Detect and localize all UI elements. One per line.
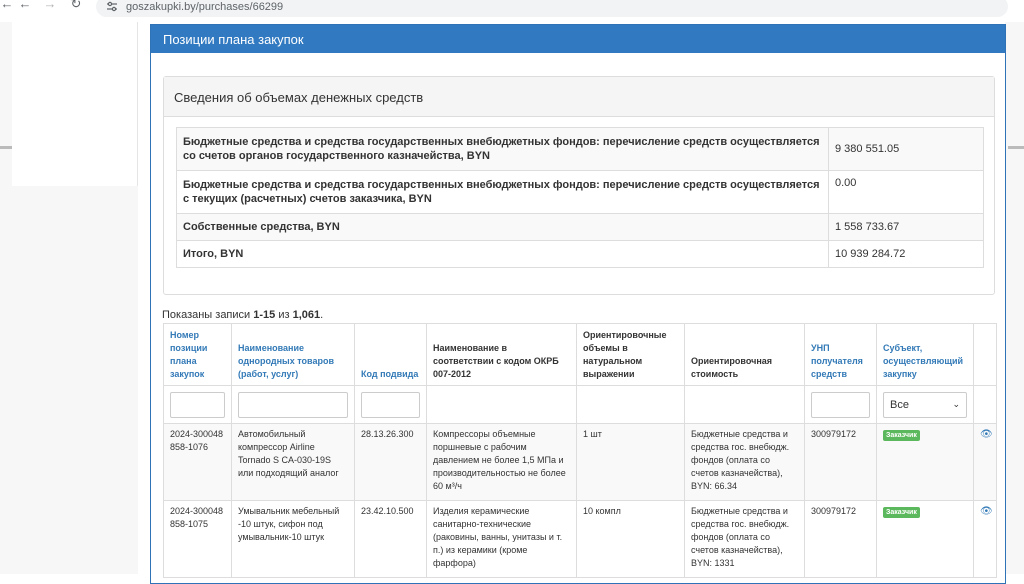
filter-cell xyxy=(163,385,232,424)
left-blank-area xyxy=(12,22,138,186)
cell-goods-name: Автомобильный компрессор Airline Tornado… xyxy=(231,423,355,501)
browser-toolbar: ← ← → ↻ goszakupki.by/purchases/66299 xyxy=(0,0,1024,20)
funds-row-label: Собственные средства, BYN xyxy=(176,213,829,241)
header-volume: Ориентировочные объемы в натуральном выр… xyxy=(576,323,685,386)
chevron-down-icon: ⌄ xyxy=(952,399,960,409)
back-icon[interactable]: ← xyxy=(18,0,32,11)
filter-row: Все ⌄ xyxy=(163,385,997,424)
panel-title: Позиции плана закупок xyxy=(151,25,1005,53)
cell-unp: 300979172 xyxy=(804,423,877,501)
funds-row: Итого, BYN 10 939 284.72 xyxy=(176,240,984,268)
funds-row: Бюджетные средства и средства государств… xyxy=(176,170,984,214)
summary-total: 1,061 xyxy=(292,309,321,321)
header-goods-name[interactable]: Наименование однородных товаров (работ, … xyxy=(231,323,355,386)
summary-prefix: Показаны записи xyxy=(162,309,254,321)
cell-subtype-code: 23.42.10.500 xyxy=(354,500,427,578)
funds-title: Сведения об объемах денежных средств xyxy=(164,77,994,117)
cell-volume: 10 компл xyxy=(576,500,685,578)
cell-plan-number: 2024-300048858-1076 xyxy=(163,423,232,501)
cell-unp: 300979172 xyxy=(804,500,877,578)
table-row: 2024-300048858-1075 Умывальник мебельный… xyxy=(163,500,997,578)
filter-subject-select[interactable]: Все ⌄ xyxy=(883,391,967,418)
header-subject[interactable]: Субъект, осуществляющий закупку xyxy=(876,323,974,386)
funds-table: Бюджетные средства и средства государств… xyxy=(176,127,984,268)
filter-cell xyxy=(804,385,877,424)
header-okrb-name: Наименование в соответствии с кодом ОКРБ… xyxy=(426,323,577,386)
records-summary: Показаны записи 1-15 из 1,061. xyxy=(162,309,323,321)
filter-cell xyxy=(426,385,577,424)
filter-cell xyxy=(576,385,685,424)
cell-subject: Заказчик xyxy=(876,423,974,501)
filter-cell xyxy=(973,385,997,424)
funds-row: Бюджетные средства и средства государств… xyxy=(176,127,984,171)
funds-row: Собственные средства, BYN 1 558 733.67 xyxy=(176,213,984,241)
partial-back-icon[interactable]: ← xyxy=(0,0,14,11)
cell-actions: 👁 xyxy=(973,500,997,578)
status-badge: Заказчик xyxy=(883,430,920,441)
table-header-row: Номер позиции плана закупок Наименование… xyxy=(163,323,997,386)
funds-row-label: Бюджетные средства и средства государств… xyxy=(176,170,829,214)
cell-subject: Заказчик xyxy=(876,500,974,578)
view-eye-icon[interactable]: 👁 xyxy=(980,506,993,517)
header-unp[interactable]: УНП получателя средств xyxy=(804,323,877,386)
site-settings-icon[interactable] xyxy=(106,1,118,13)
page-background-right xyxy=(1005,22,1024,574)
filter-cell xyxy=(684,385,805,424)
plan-positions-panel: Позиции плана закупок Сведения об объема… xyxy=(150,24,1006,584)
left-divider xyxy=(0,146,12,149)
filter-subtype-code-input[interactable] xyxy=(361,391,420,418)
filter-subject-value: Все xyxy=(890,398,909,411)
url-text: goszakupki.by/purchases/66299 xyxy=(126,0,284,13)
filter-cell: Все ⌄ xyxy=(876,385,974,424)
cell-okrb-name: Компрессоры объемные поршневые с рабочим… xyxy=(426,423,577,501)
positions-table: Номер позиции плана закупок Наименование… xyxy=(163,323,997,578)
header-subtype-code[interactable]: Код подвида xyxy=(354,323,427,386)
summary-range: 1-15 xyxy=(253,309,276,321)
funds-row-value: 0.00 xyxy=(828,170,984,214)
filter-cell xyxy=(231,385,355,424)
cell-cost: Бюджетные средства и средства гос. внебю… xyxy=(684,500,805,578)
funds-row-value: 9 380 551.05 xyxy=(828,127,984,171)
filter-plan-number-input[interactable] xyxy=(170,391,225,418)
filter-cell xyxy=(354,385,427,424)
address-bar[interactable]: goszakupki.by/purchases/66299 xyxy=(96,0,1008,17)
view-eye-icon[interactable]: 👁 xyxy=(980,429,993,440)
cell-cost: Бюджетные средства и средства гос. внебю… xyxy=(684,423,805,501)
summary-middle: из xyxy=(275,309,293,321)
cell-actions: 👁 xyxy=(973,423,997,501)
filter-unp-input[interactable] xyxy=(811,391,870,418)
funds-row-value: 10 939 284.72 xyxy=(828,240,984,268)
header-actions xyxy=(973,323,997,386)
funds-panel: Сведения об объемах денежных средств Бюд… xyxy=(163,76,995,295)
header-cost: Ориентировочная стоимость xyxy=(684,323,805,386)
forward-icon[interactable]: → xyxy=(43,0,57,11)
header-plan-number[interactable]: Номер позиции плана закупок xyxy=(163,323,232,386)
cell-goods-name: Умывальник мебельный -10 штук, сифон под… xyxy=(231,500,355,578)
funds-row-label: Бюджетные средства и средства государств… xyxy=(176,127,829,171)
cell-plan-number: 2024-300048858-1075 xyxy=(163,500,232,578)
filter-goods-name-input[interactable] xyxy=(238,391,348,418)
right-divider xyxy=(1008,146,1024,149)
cell-okrb-name: Изделия керамические санитарно-техническ… xyxy=(426,500,577,578)
reload-icon[interactable]: ↻ xyxy=(69,0,83,11)
funds-row-label: Итого, BYN xyxy=(176,240,829,268)
status-badge: Заказчик xyxy=(883,507,920,518)
cell-volume: 1 шт xyxy=(576,423,685,501)
table-row: 2024-300048858-1076 Автомобильный компре… xyxy=(163,423,997,501)
funds-row-value: 1 558 733.67 xyxy=(828,213,984,241)
cell-subtype-code: 28.13.26.300 xyxy=(354,423,427,501)
summary-suffix: . xyxy=(320,309,324,321)
